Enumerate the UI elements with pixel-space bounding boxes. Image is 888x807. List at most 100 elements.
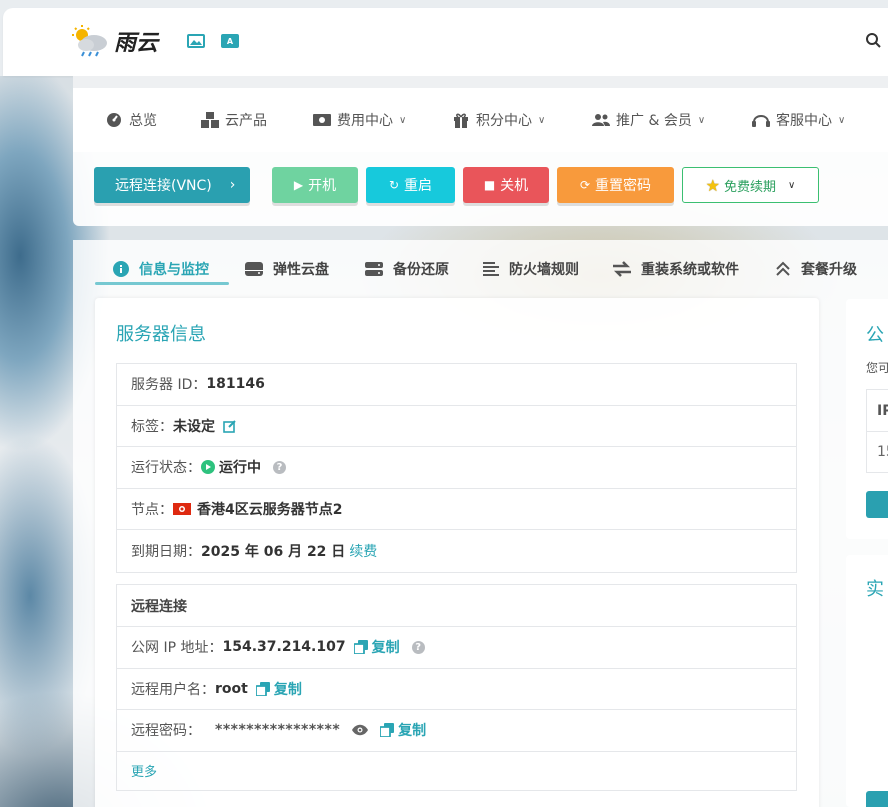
hk-flag-icon [173, 502, 191, 515]
copy-password-button[interactable]: 复制 [380, 720, 426, 740]
star-icon: ★ [705, 175, 720, 195]
eye-icon[interactable] [352, 724, 369, 736]
username-value: root [215, 680, 248, 697]
nav-item-support[interactable]: 客服中心 ∨ [752, 110, 845, 130]
search-icon[interactable] [865, 32, 883, 54]
side-table-header: IP [867, 390, 888, 432]
nav-item-referral[interactable]: 推广 & 会员 ∨ [592, 110, 705, 130]
tab-info-monitor[interactable]: 信息与监控 [113, 254, 209, 284]
side-card-text: 您可 [866, 361, 888, 375]
start-button-label: 开机 [308, 178, 337, 194]
copy-username-button[interactable]: 复制 [255, 679, 302, 699]
side-card-button[interactable] [866, 791, 888, 807]
copy-ip-button[interactable]: 复制 [353, 637, 400, 657]
exchange-icon [613, 261, 631, 277]
running-status-icon [201, 460, 215, 475]
play-icon: ▶ [293, 178, 304, 192]
top-header: 雨云 A字 [3, 8, 888, 76]
renew-link[interactable]: 续费 [349, 541, 377, 561]
status-row: 运行状态： 运行中 ? [117, 447, 796, 489]
chevron-down-icon: ∨ [399, 114, 407, 126]
nav-label: 费用中心 [337, 113, 393, 129]
main-nav: 总览 云产品 费用中心 ∨ 积分中心 ∨ 推广 & 会员 ∨ 客服中心 ∨ [73, 88, 888, 152]
translate-icon[interactable]: A字 [221, 34, 239, 57]
tab-label: 套餐升级 [801, 262, 857, 278]
shutdown-button[interactable]: ■ 关机 [463, 167, 549, 203]
restart-button-label: 重启 [404, 178, 433, 194]
public-ip-row: 公网 IP 地址： 154.37.214.107 复制 ? [117, 627, 796, 669]
sync-icon: ⟳ [579, 178, 591, 192]
tab-label: 重装系统或软件 [641, 262, 739, 278]
header-divider [73, 76, 888, 88]
server-info-table: 服务器 ID： 181146 标签： 未设定 运行状态： 运行中 ? 节点： 香… [116, 363, 797, 573]
free-renew-label: 免费续期 [724, 179, 777, 195]
headset-icon [752, 111, 770, 129]
copy-label: 复制 [398, 723, 427, 740]
server-action-bar: 远程连接(VNC) › ▶ 开机 ↻ 重启 ■ 关机 ⟳ 重置密码 ★ 免费续期… [73, 152, 888, 226]
expire-value: 2025 年 06 月 22 日 [201, 543, 346, 560]
tab-label: 弹性云盘 [273, 262, 329, 278]
server-id-value: 181146 [206, 376, 265, 393]
username-row: 远程用户名： root 复制 [117, 669, 796, 710]
double-up-icon [775, 261, 791, 277]
vnc-button[interactable]: 远程连接(VNC) › [94, 167, 250, 203]
main-panel: 信息与监控 弹性云盘 备份还原 防火墙规则 重装系统或软件 套餐升级 服务器信息… [73, 240, 888, 807]
tag-row: 标签： 未设定 [117, 406, 796, 447]
node-row: 节点： 香港4区云服务器节点2 [117, 489, 796, 530]
tab-backup[interactable]: 备份还原 [365, 254, 449, 284]
image-icon[interactable] [187, 34, 205, 48]
stop-icon: ■ [483, 178, 496, 192]
restart-button[interactable]: ↻ 重启 [366, 167, 455, 203]
server-id-row: 服务器 ID： 181146 [117, 364, 796, 406]
add-ip-button[interactable] [866, 491, 888, 518]
side-table: IP 15 [866, 389, 888, 473]
vnc-button-label: 远程连接(VNC) [115, 178, 212, 194]
status-label: 运行状态： [131, 460, 201, 477]
copy-icon [255, 681, 270, 696]
tab-reinstall[interactable]: 重装系统或软件 [613, 254, 739, 284]
more-link[interactable]: 更多 [131, 761, 157, 780]
public-ip-side-card: 公 您可 IP 15 [846, 299, 888, 539]
nav-item-products[interactable]: 云产品 [201, 110, 267, 130]
help-icon[interactable]: ? [411, 640, 425, 654]
nav-label: 积分中心 [476, 113, 532, 129]
copy-icon [353, 640, 368, 655]
tab-upgrade[interactable]: 套餐升级 [775, 254, 857, 284]
tab-cloud-disk[interactable]: 弹性云盘 [245, 254, 329, 284]
free-renew-button[interactable]: ★ 免费续期 ∨ [682, 167, 819, 203]
active-tab-indicator [95, 282, 229, 285]
expire-row: 到期日期： 2025 年 06 月 22 日 续费 [117, 530, 796, 572]
password-value: **************** [215, 722, 341, 739]
tab-label: 信息与监控 [139, 262, 209, 278]
users-icon [592, 111, 610, 129]
node-label: 节点： [131, 501, 173, 518]
server-id-label: 服务器 ID： [131, 377, 207, 394]
reset-password-button[interactable]: ⟳ 重置密码 [557, 167, 674, 203]
weather-logo-icon [72, 25, 107, 57]
shutdown-button-label: 关机 [500, 178, 529, 194]
chevron-down-icon: ∨ [697, 114, 706, 126]
nav-item-points[interactable]: 积分中心 ∨ [452, 110, 545, 130]
nav-label: 客服中心 [776, 113, 832, 129]
tag-value: 未设定 [173, 418, 215, 435]
nav-label: 云产品 [225, 113, 267, 129]
edit-icon[interactable] [223, 419, 237, 433]
realtime-side-card: 实 [846, 555, 888, 807]
start-button[interactable]: ▶ 开机 [272, 167, 358, 203]
refresh-icon: ↻ [388, 178, 400, 192]
nav-item-billing[interactable]: 费用中心 ∨ [313, 110, 406, 130]
remote-title: 远程连接 [117, 585, 796, 627]
copy-icon [380, 723, 395, 738]
password-row: 远程密码： **************** 复制 [117, 710, 796, 752]
tab-label: 备份还原 [393, 262, 449, 278]
help-icon[interactable]: ? [273, 460, 286, 474]
money-icon [313, 111, 331, 129]
server-info-card: 服务器信息 服务器 ID： 181146 标签： 未设定 运行状态： 运行中 ? [95, 298, 819, 807]
nav-item-overview[interactable]: 总览 [105, 110, 157, 130]
tab-firewall[interactable]: 防火墙规则 [483, 254, 579, 284]
logo-text: 雨云 [114, 31, 159, 56]
remote-connection-table: 远程连接 公网 IP 地址： 154.37.214.107 复制 ? 远程用户名… [116, 584, 797, 791]
chevron-right-icon: › [229, 177, 236, 193]
ip-value: 154.37.214.107 [222, 639, 346, 656]
logo[interactable]: 雨云 [72, 25, 158, 57]
